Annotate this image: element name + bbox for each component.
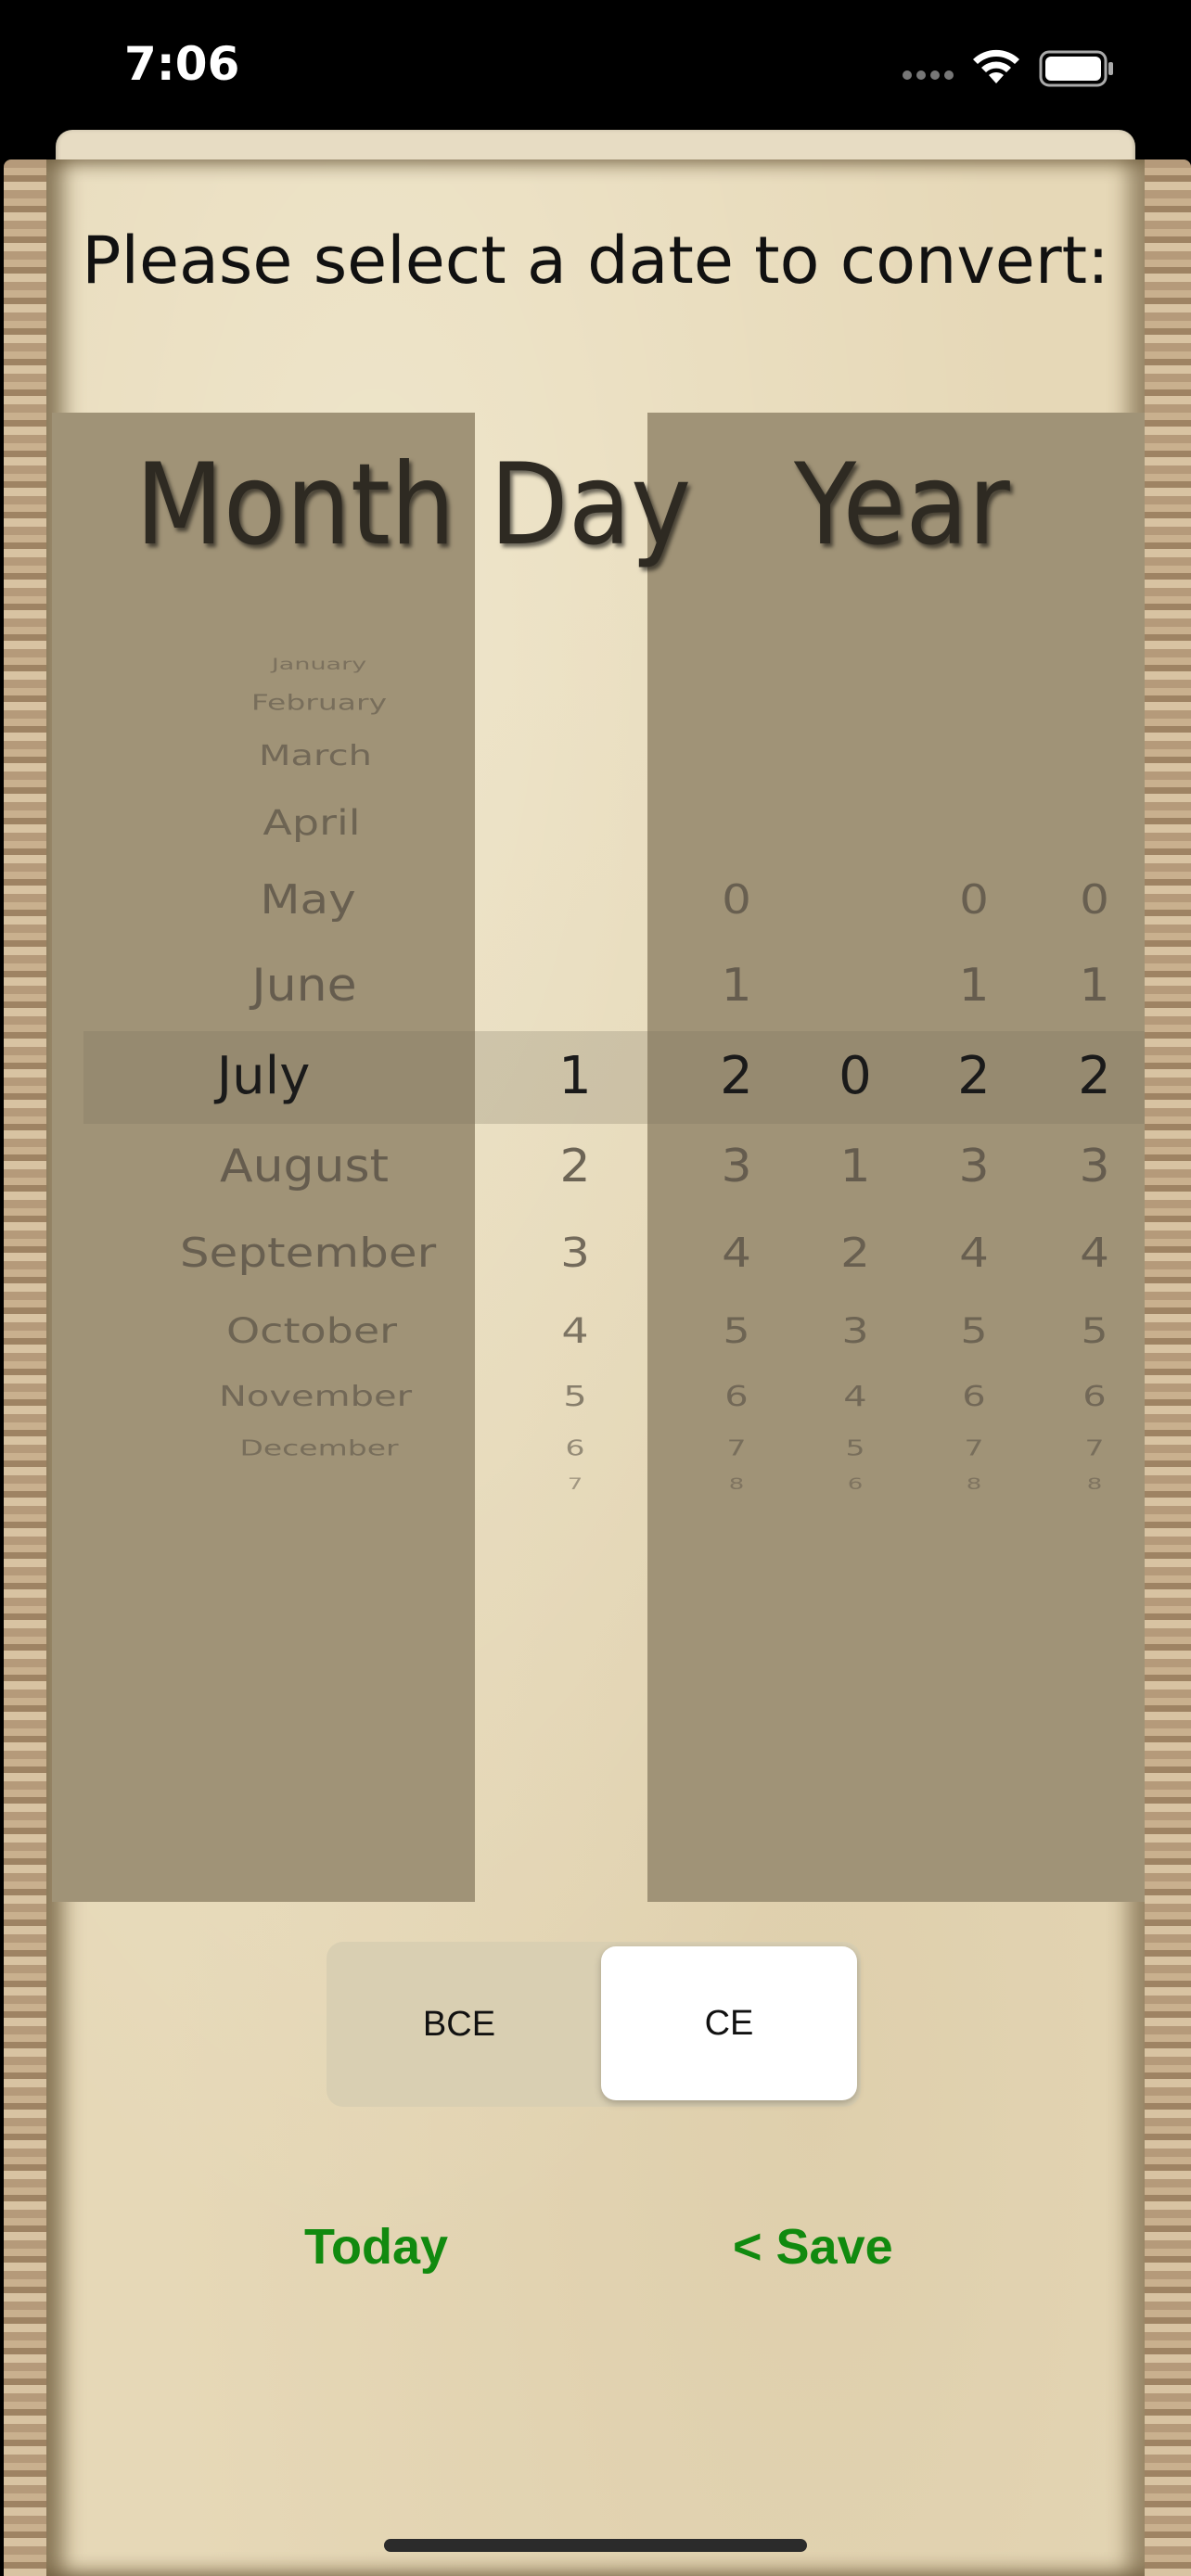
year-digit-option[interactable]: 3	[1079, 1141, 1109, 1192]
month-option[interactable]: January	[272, 655, 366, 673]
year-digit-option[interactable]: 6	[848, 1476, 864, 1494]
scroll-frame-right	[1145, 159, 1191, 2576]
year-digit-option[interactable]: 2	[840, 1229, 870, 1276]
day-header: Day	[490, 439, 692, 570]
wifi-icon	[973, 49, 1019, 83]
month-header: Month	[135, 439, 455, 570]
era-ce-option[interactable]: CE	[601, 1946, 857, 2100]
year-digit-option[interactable]: 8	[1087, 1476, 1103, 1494]
era-bce-option[interactable]: BCE	[327, 1942, 592, 2107]
year-digit-option[interactable]: 8	[967, 1476, 982, 1494]
year-digit-option[interactable]: 7	[1085, 1435, 1105, 1460]
prompt-text: Please select a date to convert:	[82, 223, 1109, 299]
year-digit-option[interactable]: 3	[958, 1141, 989, 1192]
year-digit-option[interactable]: 6	[724, 1381, 748, 1413]
month-option[interactable]: September	[180, 1229, 436, 1276]
year-digit-option[interactable]: 0	[1080, 875, 1109, 923]
year-digit-option[interactable]: 3	[841, 1310, 868, 1351]
year-digit-option[interactable]: 0	[839, 1046, 872, 1106]
year-header: Year	[794, 439, 1010, 570]
year-digit-option[interactable]: 6	[962, 1381, 985, 1413]
year-digit-option[interactable]: 1	[839, 1141, 870, 1192]
month-option[interactable]: February	[251, 690, 387, 715]
year-digit-option[interactable]: 7	[965, 1435, 984, 1460]
month-option[interactable]: July	[217, 1046, 311, 1106]
year-digit-option[interactable]: 2	[1078, 1046, 1111, 1106]
year-digit-option[interactable]: 6	[1082, 1381, 1106, 1413]
scroll-frame-left	[4, 159, 50, 2576]
year-digit-option[interactable]: 4	[722, 1229, 751, 1276]
year-digit-option[interactable]: 5	[1081, 1310, 1108, 1351]
year-digit-option[interactable]: 1	[958, 960, 989, 1012]
year-digit-option[interactable]: 4	[843, 1381, 866, 1413]
year-digit-option[interactable]: 0	[959, 875, 989, 923]
day-option[interactable]: 2	[559, 1141, 590, 1192]
year-digit-option[interactable]: 4	[959, 1229, 989, 1276]
save-button[interactable]: < Save	[733, 2218, 893, 2276]
day-option[interactable]: 1	[558, 1046, 592, 1106]
month-option[interactable]: April	[263, 802, 360, 843]
year-digit-option[interactable]: 8	[729, 1476, 745, 1494]
month-option[interactable]: May	[260, 875, 355, 923]
status-bar: 7:06	[0, 0, 1191, 130]
year-digit-option[interactable]: 7	[727, 1435, 747, 1460]
day-option[interactable]: 4	[561, 1310, 588, 1351]
year-digit-option[interactable]: 1	[721, 960, 751, 1012]
day-option[interactable]: 3	[560, 1229, 590, 1276]
day-option[interactable]: 6	[566, 1435, 585, 1460]
year-digit-option[interactable]: 1	[1079, 960, 1109, 1012]
year-digit-option[interactable]: 2	[720, 1046, 753, 1106]
month-option[interactable]: October	[226, 1310, 397, 1351]
battery-icon	[1039, 50, 1113, 87]
day-option[interactable]: 5	[563, 1381, 586, 1413]
year-digit-option[interactable]: 3	[721, 1141, 751, 1192]
status-time: 7:06	[124, 37, 240, 91]
month-option[interactable]: March	[259, 740, 372, 772]
year-digit-option[interactable]: 5	[960, 1310, 987, 1351]
year-digit-option[interactable]: 5	[846, 1435, 865, 1460]
month-option[interactable]: November	[219, 1381, 412, 1413]
month-option[interactable]: June	[251, 960, 356, 1012]
today-button[interactable]: Today	[304, 2218, 448, 2276]
year-digit-option[interactable]: 4	[1080, 1229, 1109, 1276]
era-segmented-control[interactable]: BCE CE	[327, 1942, 861, 2107]
home-indicator	[384, 2539, 807, 2552]
month-option[interactable]: December	[239, 1435, 398, 1460]
year-digit-option[interactable]: 2	[957, 1046, 991, 1106]
year-digit-option[interactable]: 5	[723, 1310, 749, 1351]
month-option[interactable]: August	[220, 1141, 389, 1192]
year-digit-option[interactable]: 0	[722, 875, 751, 923]
day-option[interactable]: 7	[568, 1476, 583, 1494]
cellular-signal-icon	[903, 70, 954, 80]
